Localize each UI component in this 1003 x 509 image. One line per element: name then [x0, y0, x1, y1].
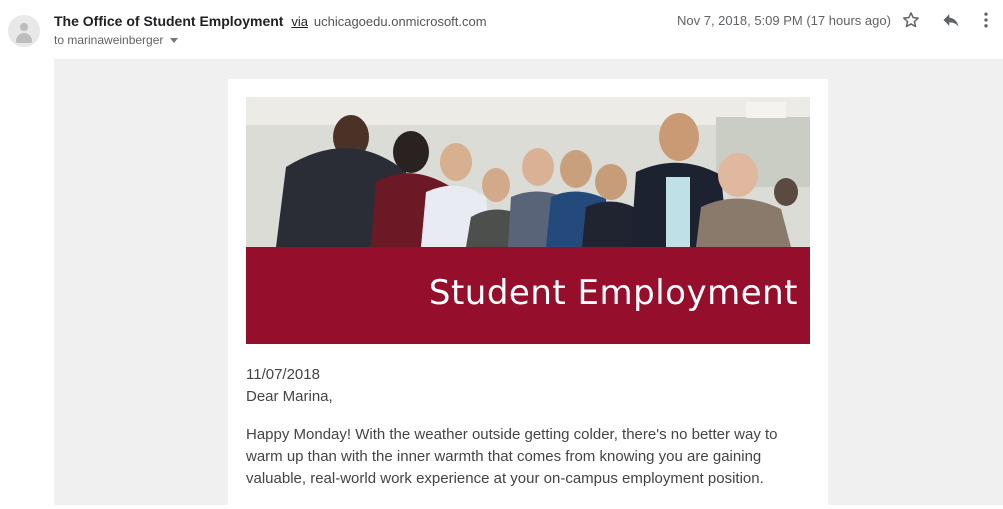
- sender-avatar[interactable]: [8, 15, 40, 47]
- star-icon[interactable]: [900, 9, 922, 31]
- reply-icon[interactable]: [940, 9, 962, 31]
- sender-name[interactable]: The Office of Student Employment: [54, 13, 283, 29]
- banner-image: Student Employment: [246, 97, 810, 344]
- sender-domain: uchicagoedu.onmicrosoft.com: [313, 14, 487, 29]
- message-date: Nov 7, 2018, 5:09 PM (17 hours ago): [677, 13, 891, 28]
- recipients-line[interactable]: to marinaweinberger: [54, 33, 179, 47]
- avatar-body: [16, 33, 32, 43]
- recipients-label: to marinaweinberger: [54, 33, 164, 47]
- email-body-canvas: Student Employment 11/07/2018 Dear Marin…: [54, 59, 1003, 509]
- email-paragraph: Happy Monday! With the weather outside g…: [246, 426, 778, 487]
- email-greeting: Dear Marina,: [246, 388, 333, 405]
- sender-line: The Office of Student Employment via uch…: [54, 13, 487, 29]
- chevron-down-icon[interactable]: [170, 38, 179, 44]
- avatar-head: [20, 23, 28, 31]
- email-card: Student Employment 11/07/2018 Dear Marin…: [228, 79, 828, 509]
- more-vert-icon[interactable]: [975, 9, 997, 31]
- banner-title: Student Employment: [428, 273, 798, 313]
- email-date-line: 11/07/2018: [246, 366, 320, 383]
- via-link[interactable]: via: [291, 14, 308, 29]
